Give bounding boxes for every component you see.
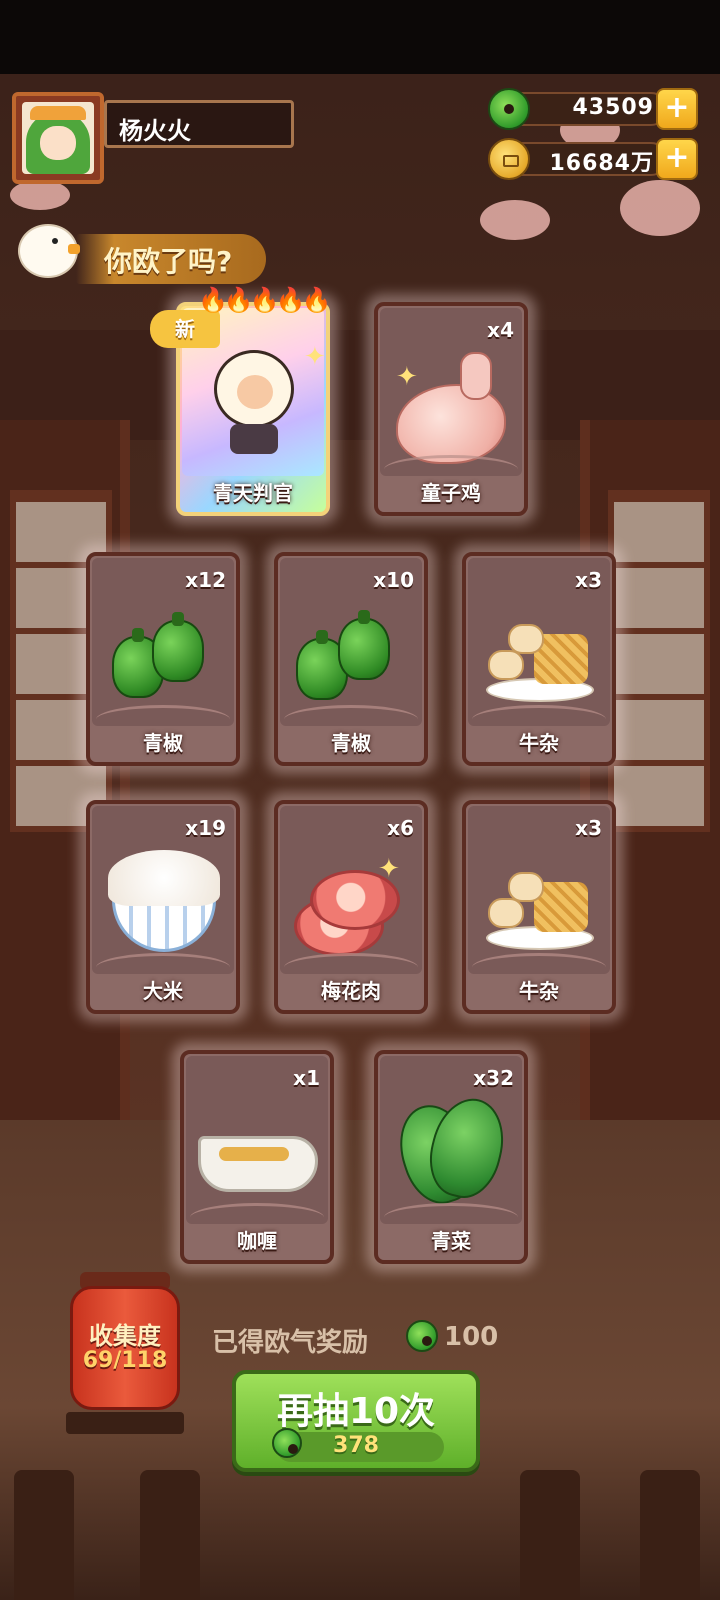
player-avatar-frame[interactable] [12,92,104,184]
luck-banner-text: 你欧了吗? [104,245,233,278]
card-label: 牛杂 [519,979,559,1003]
card-count: x4 [487,318,514,342]
card-count: x6 [387,816,414,840]
chick-mascot-icon [8,216,88,288]
fence-post [520,1470,580,1600]
collection-progress: 69/118 [82,1348,168,1373]
reward-value: 100 [444,1322,499,1352]
gold-currency: 16684万 + [488,138,698,180]
jade-coin-icon [406,1320,438,1352]
card-label: 牛杂 [519,731,559,755]
card-label: 青椒 [143,731,183,755]
card-bok-choy[interactable]: x32 青菜 [366,1042,536,1272]
gold-amount: 16684万 [549,151,654,176]
card-rice[interactable]: x19 大米 [78,792,248,1022]
card-pepper[interactable]: x12 青椒 [78,544,248,774]
card-pepper[interactable]: x10 青椒 [266,544,436,774]
gold-coin-icon [488,138,530,180]
rarity-flames-icon: 🔥🔥🔥🔥🔥 [198,286,331,314]
blossom-decoration [620,180,700,236]
card-label: 梅花肉 [321,979,381,1003]
blossom-decoration [10,180,70,210]
draw-cost: 378 [333,1433,379,1458]
rice-bowl-icon [86,850,240,960]
fence-post [640,1470,700,1600]
blossom-decoration [480,200,550,240]
card-chicken[interactable]: ✦ x4 童子鸡 [366,294,536,524]
player-name-bar: 杨火火 [104,100,294,148]
card-count: x3 [575,816,602,840]
draw-again-button[interactable]: 再抽10次 378 [232,1370,480,1472]
card-label: 青菜 [431,1229,471,1253]
fence-post [140,1470,200,1600]
collection-label: 收集度 [89,1322,161,1350]
card-count: x1 [293,1066,320,1090]
draw-again-label: 再抽10次 [276,1391,436,1432]
card-beef-offal[interactable]: x3 牛杂 [454,792,624,1022]
card-label: 咖喱 [237,1229,277,1253]
judge-character-icon: ✦ [176,342,330,454]
collection-lantern[interactable]: 收集度 69/118 [66,1266,184,1442]
card-label: 童子鸡 [421,481,481,505]
bok-choy-icon [374,1091,528,1213]
add-jade-button[interactable]: + [656,88,698,130]
add-gold-button[interactable]: + [656,138,698,180]
card-beef-offal[interactable]: x3 牛杂 [454,544,624,774]
jade-amount: 43509 [572,95,654,120]
card-label: 大米 [143,979,183,1003]
reward-label: 已得欧气奖励 [212,1328,369,1358]
card-label: 青天判官 [213,481,293,505]
avatar [22,102,94,174]
card-count: x3 [575,568,602,592]
card-count: x12 [185,568,226,592]
status-bar-area [0,0,720,74]
card-curry[interactable]: x1 咖喱 [172,1042,342,1272]
card-count: x19 [185,816,226,840]
player-name: 杨火火 [119,117,191,145]
card-count: x32 [473,1066,514,1090]
card-label: 青椒 [331,731,371,755]
card-judge[interactable]: ✦ 新 🔥🔥🔥🔥🔥 青天判官 [150,286,338,524]
fence-post [14,1470,74,1600]
jade-currency: 43509 + [488,88,698,130]
card-pork[interactable]: ✦ x6 梅花肉 [266,792,436,1022]
card-count: x10 [373,568,414,592]
jade-coin-icon [488,88,530,130]
